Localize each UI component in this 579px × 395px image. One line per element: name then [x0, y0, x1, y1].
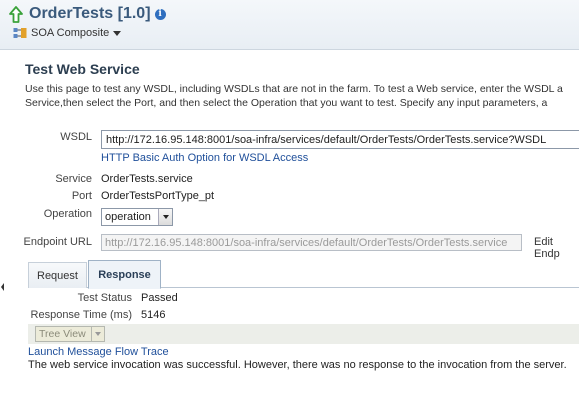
- description-line: Service,then select the Port, and then s…: [25, 97, 548, 109]
- port-value: OrderTestsPortType_pt: [101, 190, 215, 202]
- title-row: OrderTests [1.0] i: [8, 4, 166, 24]
- response-time-label: Response Time (ms): [30, 309, 132, 321]
- operation-label: Operation: [43, 208, 92, 220]
- service-value: OrderTests.service: [101, 173, 193, 185]
- wsdl-label: WSDL: [60, 131, 92, 143]
- service-label: Service: [55, 173, 92, 185]
- tab-response[interactable]: Response: [88, 260, 161, 289]
- dropdown-arrow-icon[interactable]: [158, 209, 172, 225]
- tree-view-select-value: Tree View: [39, 328, 86, 340]
- splitter-handle[interactable]: [0, 276, 5, 298]
- section-title: Test Web Service: [25, 61, 140, 77]
- endpoint-url-label: Endpoint URL: [23, 236, 93, 248]
- test-status-value: Passed: [141, 292, 178, 304]
- page-description: Use this page to test any WSDL, includin…: [25, 82, 563, 110]
- up-arrow-icon[interactable]: [8, 5, 24, 23]
- description-line: Use this page to test any WSDL, includin…: [25, 83, 563, 95]
- chevron-down-icon: [113, 30, 122, 36]
- dropdown-arrow-icon[interactable]: [91, 327, 104, 341]
- tree-view-select[interactable]: Tree View: [35, 326, 105, 342]
- response-time-value: 5146: [141, 309, 166, 321]
- edit-endpoint-link[interactable]: Edit Endp: [534, 236, 579, 260]
- http-basic-auth-link[interactable]: HTTP Basic Auth Option for WSDL Access: [101, 152, 308, 164]
- operation-select-value: operation: [105, 211, 151, 223]
- endpoint-url-input[interactable]: [101, 234, 522, 251]
- operation-select[interactable]: operation: [101, 208, 173, 226]
- soa-composite-menu[interactable]: SOA Composite: [13, 26, 122, 40]
- tab-request[interactable]: Request: [28, 262, 87, 288]
- page-title: OrderTests [1.0]: [29, 5, 151, 22]
- launch-flow-trace-link[interactable]: Launch Message Flow Trace: [28, 346, 169, 358]
- composite-icon: [13, 28, 27, 38]
- composite-menu-label: SOA Composite: [31, 27, 110, 39]
- test-status-label: Test Status: [77, 292, 132, 304]
- wsdl-input[interactable]: [101, 130, 579, 149]
- info-icon[interactable]: i: [154, 8, 166, 20]
- page-header: OrderTests [1.0] i SOA Composite: [0, 0, 579, 50]
- port-label: Port: [71, 190, 92, 202]
- view-toolbar: [28, 324, 579, 344]
- response-message: The web service invocation was successfu…: [28, 359, 567, 371]
